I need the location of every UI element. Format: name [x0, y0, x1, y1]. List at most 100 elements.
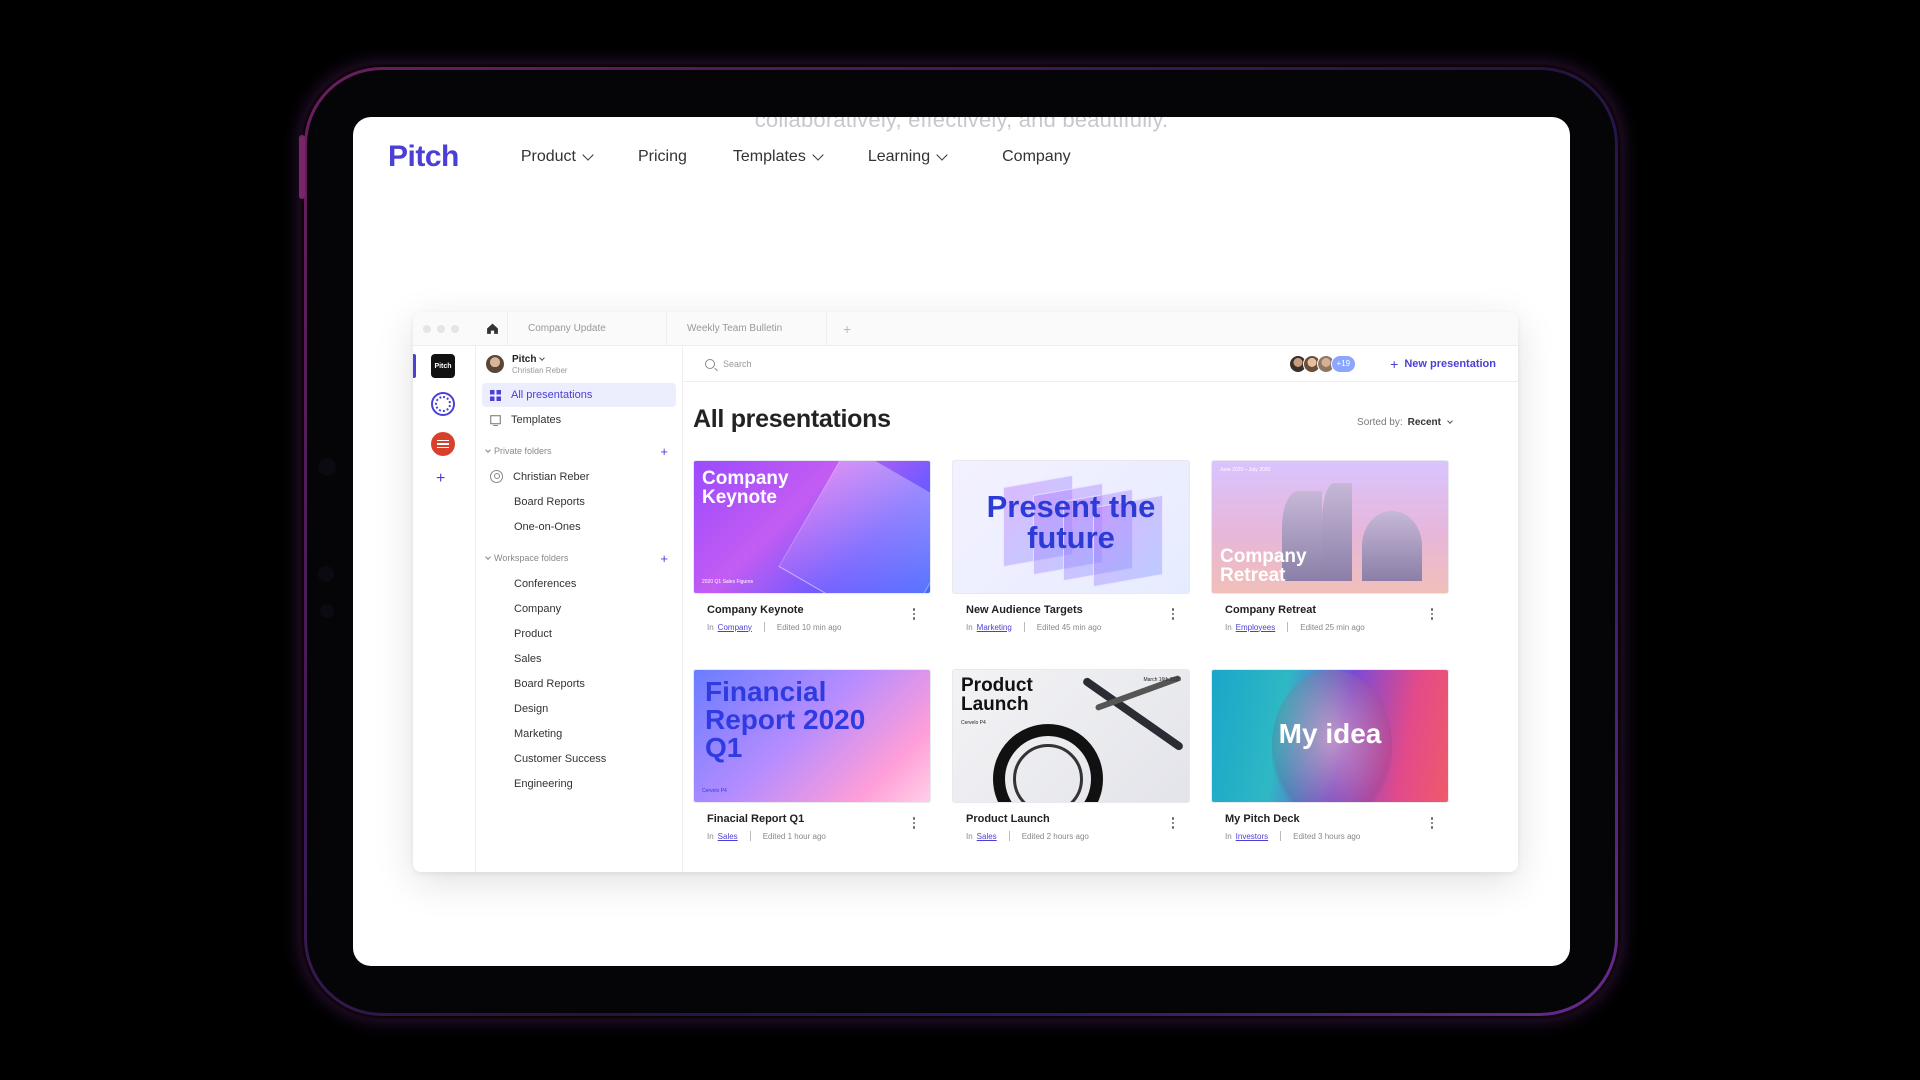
- user-name: Christian Reber: [512, 365, 568, 375]
- card-info: Product Launch In Sales Edited 2 hours ago: [952, 803, 1190, 841]
- edited-time: Edited 1 hour ago: [762, 831, 826, 841]
- folder-label: Christian Reber: [513, 470, 590, 483]
- search-icon: [705, 358, 715, 369]
- workspace-icon[interactable]: [431, 432, 455, 456]
- folder-item[interactable]: Company: [476, 596, 682, 621]
- sidebar: Pitch Christian Reber All presentations …: [476, 346, 683, 872]
- sidebar-item-templates[interactable]: Templates: [482, 408, 676, 432]
- content-header: All presentations Sorted by: Recent: [683, 405, 1518, 434]
- workspace-folders-header[interactable]: Workspace folders +: [476, 545, 682, 571]
- folder-item[interactable]: Christian Reber: [476, 464, 682, 489]
- window-controls[interactable]: [413, 324, 477, 333]
- chevron-down-icon: [485, 447, 491, 453]
- nav-templates[interactable]: Templates: [733, 148, 824, 166]
- sort-dropdown[interactable]: Sorted by: Recent: [1357, 417, 1453, 428]
- user-switcher[interactable]: Pitch Christian Reber: [476, 346, 682, 382]
- in-label: In: [1225, 831, 1232, 841]
- presentation-thumbnail[interactable]: Present the future: [952, 460, 1190, 594]
- card-info: New Audience Targets In Marketing Edited 4…: [952, 594, 1190, 632]
- nav-company[interactable]: Company: [1002, 148, 1070, 166]
- folder-link[interactable]: Marketing: [977, 623, 1012, 632]
- more-options-icon[interactable]: [912, 817, 915, 829]
- workspace-icon[interactable]: [431, 392, 455, 416]
- presentation-meta: In Sales Edited 1 hour ago: [707, 831, 917, 841]
- card-info: My Pitch Deck In Investors Edited 3 hours …: [1211, 803, 1449, 841]
- folder-item[interactable]: Board Reports: [476, 489, 682, 514]
- chevron-down-icon: [582, 149, 594, 161]
- folder-item[interactable]: One-on-Ones: [476, 514, 682, 539]
- add-tab-button[interactable]: +: [827, 321, 851, 337]
- more-options-icon[interactable]: [1430, 817, 1433, 829]
- folder-item[interactable]: Design: [476, 696, 682, 721]
- more-options-icon[interactable]: [1171, 608, 1174, 620]
- add-private-folder-button[interactable]: +: [660, 444, 668, 459]
- new-presentation-label: New presentation: [1404, 357, 1496, 370]
- edited-time: Edited 10 min ago: [776, 622, 842, 632]
- sidebar-item-label: All presentations: [511, 389, 593, 401]
- in-label: In: [966, 622, 973, 632]
- sidebar-item-all-presentations[interactable]: All presentations: [482, 383, 676, 407]
- folder-item[interactable]: Conferences: [476, 571, 682, 596]
- presentation-name: Finacial Report Q1: [707, 813, 805, 825]
- chevron-down-icon: [812, 149, 824, 161]
- folder-item[interactable]: Product: [476, 621, 682, 646]
- presentation-meta: In Marketing Edited 45 min ago: [966, 622, 1176, 632]
- collaborator-avatars[interactable]: +19: [1288, 354, 1357, 373]
- presentation-card[interactable]: Financial Report 2020 Q1 Cervelo P4 Fina…: [693, 669, 931, 872]
- presentation-thumbnail[interactable]: Product Launch Cervelo P4 March 16th 202…: [952, 669, 1190, 803]
- nav-pricing[interactable]: Pricing: [638, 148, 687, 166]
- nav-pricing-label: Pricing: [638, 148, 687, 165]
- presentation-card[interactable]: Present the future New Audience Targets …: [952, 460, 1190, 669]
- search-input[interactable]: Search: [705, 358, 1289, 369]
- presentation-card[interactable]: My idea My Pitch Deck In Investors Edited …: [1211, 669, 1449, 872]
- thumbnail-caption: Cervelo P4: [961, 720, 986, 726]
- chevron-down-icon: [1447, 418, 1453, 424]
- presentation-name: Company Keynote: [707, 604, 804, 616]
- nav-product-label: Product: [520, 148, 576, 165]
- presentation-thumbnail[interactable]: Company Keynote 2020 Q1 Sales Figures: [693, 460, 931, 594]
- folder-item[interactable]: Marketing: [476, 721, 682, 746]
- folder-link[interactable]: Investors: [1236, 832, 1268, 841]
- presentation-thumbnail[interactable]: Financial Report 2020 Q1 Cervelo P4: [693, 669, 931, 803]
- folder-item[interactable]: Board Reports: [476, 671, 682, 696]
- ipad-sensor: [318, 458, 336, 476]
- folder-item[interactable]: Customer Success: [476, 746, 682, 771]
- presentation-meta: In Investors Edited 3 hours ago: [1225, 831, 1435, 841]
- folder-link[interactable]: Employees: [1236, 623, 1276, 632]
- folder-link[interactable]: Sales: [718, 832, 738, 841]
- folder-item[interactable]: Engineering: [476, 771, 682, 796]
- tab-weekly-team-bulletin[interactable]: Weekly Team Bulletin: [667, 312, 827, 346]
- section-label: Workspace folders: [494, 553, 569, 563]
- active-workspace-indicator: [413, 354, 416, 378]
- presentation-thumbnail[interactable]: My idea: [1211, 669, 1449, 803]
- more-options-icon[interactable]: [1171, 817, 1174, 829]
- more-options-icon[interactable]: [912, 608, 915, 620]
- folder-link[interactable]: Sales: [977, 832, 997, 841]
- workspace-pitch[interactable]: Pitch: [431, 354, 455, 378]
- nav-learning[interactable]: Learning: [868, 148, 948, 166]
- tab-company-update[interactable]: Company Update: [507, 312, 667, 346]
- search-placeholder: Search: [723, 358, 752, 369]
- in-label: In: [966, 831, 973, 841]
- presentation-card[interactable]: June 2020 – July 2020 Company Retreat Co…: [1211, 460, 1449, 669]
- private-folders-header[interactable]: Private folders +: [476, 438, 682, 464]
- folder-link[interactable]: Company: [718, 623, 752, 632]
- presentation-thumbnail[interactable]: June 2020 – July 2020 Company Retreat: [1211, 460, 1449, 594]
- add-workspace-button[interactable]: +: [436, 470, 445, 488]
- window-titlebar: Company Update Weekly Team Bulletin +: [413, 312, 1518, 346]
- folder-item[interactable]: Sales: [476, 646, 682, 671]
- presentation-card[interactable]: Company Keynote 2020 Q1 Sales Figures Co…: [693, 460, 931, 669]
- nav-product[interactable]: Product: [520, 148, 594, 166]
- workspace-rail: Pitch +: [413, 346, 476, 872]
- in-label: In: [1225, 622, 1232, 632]
- pitch-logo[interactable]: Pitch: [388, 140, 459, 174]
- in-label: In: [707, 831, 714, 841]
- thumbnail-title: Financial Report 2020 Q1: [705, 676, 866, 763]
- workspace-name-label: Pitch: [512, 353, 537, 365]
- home-tab[interactable]: [477, 312, 507, 346]
- edited-time: Edited 25 min ago: [1300, 622, 1365, 632]
- presentation-card[interactable]: Product Launch Cervelo P4 March 16th 202…: [952, 669, 1190, 872]
- new-presentation-button[interactable]: + New presentation: [1390, 356, 1496, 372]
- add-workspace-folder-button[interactable]: +: [660, 551, 668, 566]
- more-options-icon[interactable]: [1430, 608, 1433, 620]
